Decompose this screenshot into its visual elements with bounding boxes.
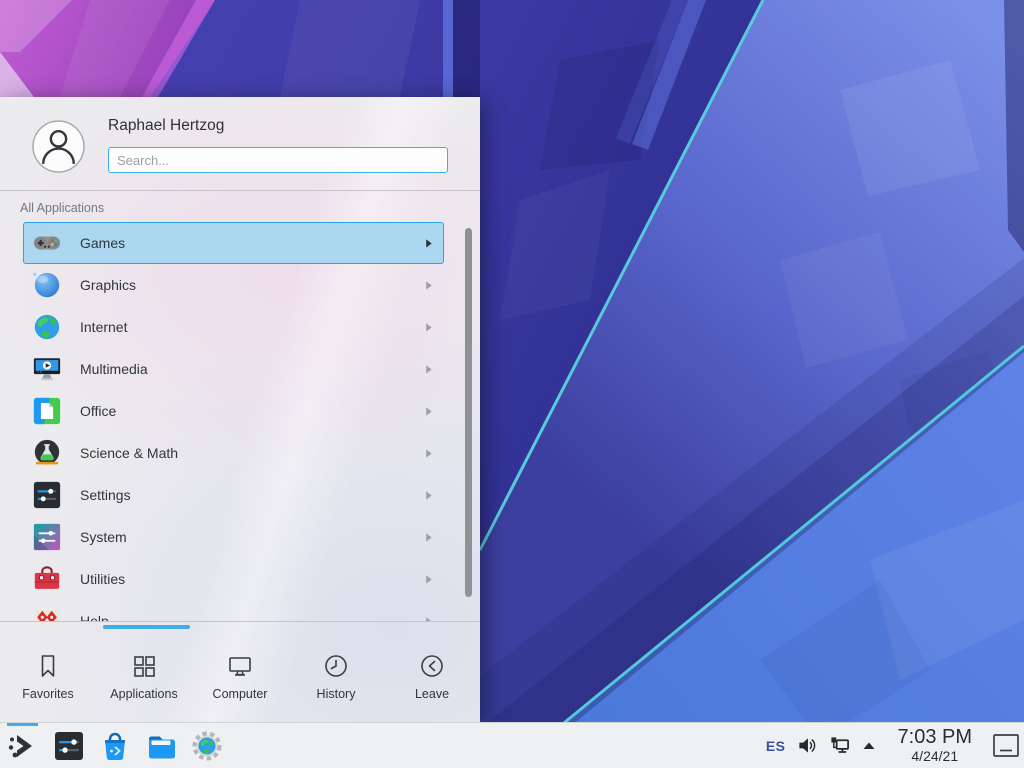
- wired-network-icon[interactable]: [829, 735, 850, 756]
- submenu-arrow-icon: [423, 238, 434, 249]
- menu-item-office[interactable]: Office: [23, 390, 444, 432]
- menu-item-label: Utilities: [80, 571, 423, 587]
- taskbar-panel: ES 7:03 PM 4/24/21: [0, 722, 1024, 768]
- submenu-arrow-icon: [423, 532, 434, 543]
- system-tray: ES 7:03 PM 4/24/21: [766, 723, 1024, 768]
- menu-item-system[interactable]: System: [23, 516, 444, 558]
- submenu-arrow-icon: [423, 574, 434, 585]
- section-label: All Applications: [0, 191, 480, 222]
- tab-label: Applications: [110, 687, 177, 701]
- system-sliders-icon: [32, 522, 62, 552]
- monitor-icon: [226, 652, 254, 680]
- submenu-arrow-icon: [423, 322, 434, 333]
- submenu-arrow-icon: [423, 280, 434, 291]
- menu-item-label: Internet: [80, 319, 423, 335]
- bookmark-icon: [34, 652, 62, 680]
- submenu-arrow-icon: [423, 448, 434, 459]
- volume-icon[interactable]: [797, 735, 818, 756]
- discover-bag-icon[interactable]: [99, 730, 131, 762]
- menu-item-settings[interactable]: Settings: [23, 474, 444, 516]
- application-launcher-button[interactable]: [0, 723, 46, 768]
- kde-globe-gear-icon[interactable]: [191, 730, 223, 762]
- active-tab-indicator: [103, 625, 190, 629]
- tab-label: Leave: [415, 687, 449, 701]
- tab-label: History: [317, 687, 356, 701]
- menu-item-label: Graphics: [80, 277, 423, 293]
- menu-item-label: System: [80, 529, 423, 545]
- menu-item-label: Multimedia: [80, 361, 423, 377]
- user-avatar[interactable]: [32, 120, 85, 173]
- clock-time: 7:03 PM: [898, 727, 972, 748]
- science-flask-icon: [32, 438, 62, 468]
- kde-launcher-icon: [7, 730, 39, 762]
- menu-item-games[interactable]: Games: [23, 222, 444, 264]
- multimedia-monitor-icon: [32, 354, 62, 384]
- tab-label: Computer: [213, 687, 268, 701]
- tab-favorites[interactable]: Favorites: [0, 630, 96, 722]
- submenu-arrow-icon: [423, 364, 434, 375]
- show-desktop-button[interactable]: [991, 723, 1021, 768]
- settings-sliders-icon: [32, 480, 62, 510]
- clock-icon: [322, 652, 350, 680]
- menu-item-internet[interactable]: Internet: [23, 306, 444, 348]
- menu-item-label: Settings: [80, 487, 423, 503]
- help-icon: [32, 606, 62, 621]
- app-grid-icon: [130, 652, 158, 680]
- tab-label: Favorites: [22, 687, 73, 701]
- submenu-arrow-icon: [423, 490, 434, 501]
- menu-item-help[interactable]: Help: [23, 600, 444, 621]
- system-settings-icon[interactable]: [53, 730, 85, 762]
- graphics-sphere-icon: [32, 270, 62, 300]
- user-name: Raphael Hertzog: [108, 117, 224, 135]
- launcher-tab-bar: Favorites Applications Computer: [0, 621, 480, 722]
- launcher-header: Raphael Hertzog: [0, 97, 480, 191]
- list-scrollbar[interactable]: [465, 228, 472, 597]
- clock-date: 4/24/21: [898, 748, 972, 764]
- menu-item-graphics[interactable]: Graphics: [23, 264, 444, 306]
- tab-applications[interactable]: Applications: [96, 630, 192, 722]
- menu-item-label: Science & Math: [80, 445, 423, 461]
- category-list: Games Graphics Internet: [0, 222, 480, 621]
- menu-item-multimedia[interactable]: Multimedia: [23, 348, 444, 390]
- office-document-icon: [32, 396, 62, 426]
- digital-clock[interactable]: 7:03 PM 4/24/21: [898, 727, 972, 764]
- file-manager-icon[interactable]: [145, 730, 177, 762]
- expand-tray-arrow-icon[interactable]: [861, 738, 877, 754]
- menu-item-science-math[interactable]: Science & Math: [23, 432, 444, 474]
- utilities-toolbox-icon: [32, 564, 62, 594]
- show-desktop-icon: [992, 733, 1020, 759]
- keyboard-layout-indicator[interactable]: ES: [766, 738, 786, 754]
- tab-computer[interactable]: Computer: [192, 630, 288, 722]
- search-input[interactable]: [108, 147, 448, 173]
- application-launcher-menu: Raphael Hertzog All Applications Games: [0, 97, 480, 722]
- tab-leave[interactable]: Leave: [384, 630, 480, 722]
- leave-circle-icon: [418, 652, 446, 680]
- gamepad-icon: [32, 228, 62, 258]
- menu-item-label: Office: [80, 403, 423, 419]
- menu-item-label: Help: [80, 613, 423, 621]
- submenu-arrow-icon: [423, 406, 434, 417]
- tab-history[interactable]: History: [288, 630, 384, 722]
- menu-item-label: Games: [80, 235, 423, 251]
- globe-icon: [32, 312, 62, 342]
- menu-item-utilities[interactable]: Utilities: [23, 558, 444, 600]
- active-task-indicator: [7, 723, 38, 726]
